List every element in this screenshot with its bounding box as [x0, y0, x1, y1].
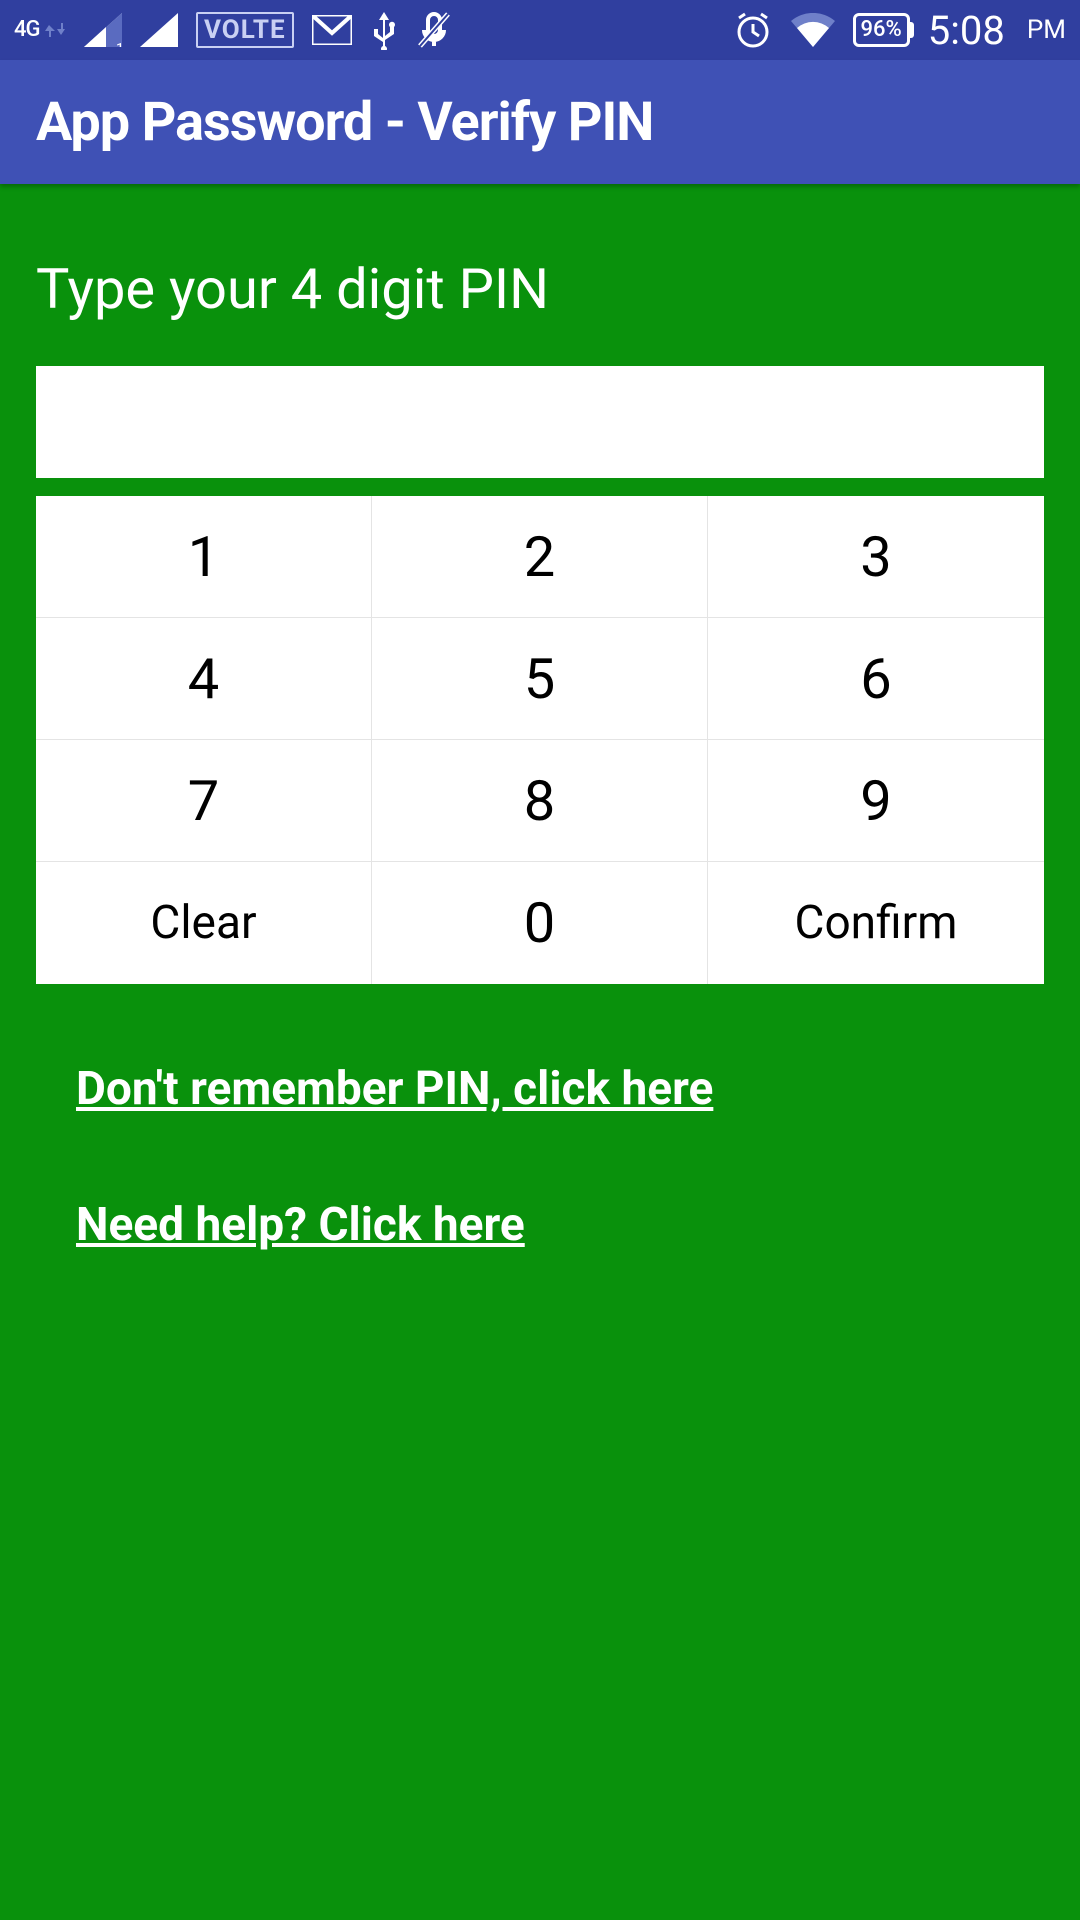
key-0[interactable]: 0 — [372, 862, 708, 984]
svg-text:1: 1 — [116, 41, 122, 47]
clock-ampm: PM — [1027, 15, 1066, 45]
key-8[interactable]: 8 — [372, 740, 708, 862]
key-confirm[interactable]: Confirm — [708, 862, 1044, 984]
page-title: App Password - Verify PIN — [36, 91, 653, 154]
volte-badge: VOLTE — [196, 12, 294, 48]
key-clear[interactable]: Clear — [36, 862, 372, 984]
status-bar: 4G 1 2 VOLTE 96% 5:08 PM — [0, 0, 1080, 60]
key-7[interactable]: 7 — [36, 740, 372, 862]
key-5[interactable]: 5 — [372, 618, 708, 740]
svg-text:2: 2 — [172, 41, 178, 47]
key-3[interactable]: 3 — [708, 496, 1044, 618]
signal-sim2-icon: 2 — [140, 13, 178, 47]
keypad: 1 2 3 4 5 6 7 8 9 Clear 0 Confirm — [36, 496, 1044, 984]
gmail-icon — [312, 15, 352, 45]
key-1[interactable]: 1 — [36, 496, 372, 618]
wifi-icon — [791, 13, 835, 47]
alarm-icon — [733, 10, 773, 50]
signal-sim1-icon: 1 — [84, 13, 122, 47]
clock-time: 5:08 — [928, 7, 1005, 54]
key-6[interactable]: 6 — [708, 618, 1044, 740]
key-4[interactable]: 4 — [36, 618, 372, 740]
battery-indicator: 96% — [853, 13, 910, 47]
pin-prompt: Type your 4 digit PIN — [36, 256, 1044, 322]
mic-off-icon — [416, 10, 452, 50]
usb-icon — [370, 10, 398, 50]
key-9[interactable]: 9 — [708, 740, 1044, 862]
key-2[interactable]: 2 — [372, 496, 708, 618]
network-type-label: 4G — [14, 19, 66, 41]
pin-input[interactable] — [36, 366, 1044, 478]
app-bar: App Password - Verify PIN — [0, 60, 1080, 184]
need-help-link[interactable]: Need help? Click here — [76, 1198, 1044, 1252]
forgot-pin-link[interactable]: Don't remember PIN, click here — [76, 1062, 1044, 1116]
content: Type your 4 digit PIN 1 2 3 4 5 6 7 8 9 … — [0, 184, 1080, 1920]
